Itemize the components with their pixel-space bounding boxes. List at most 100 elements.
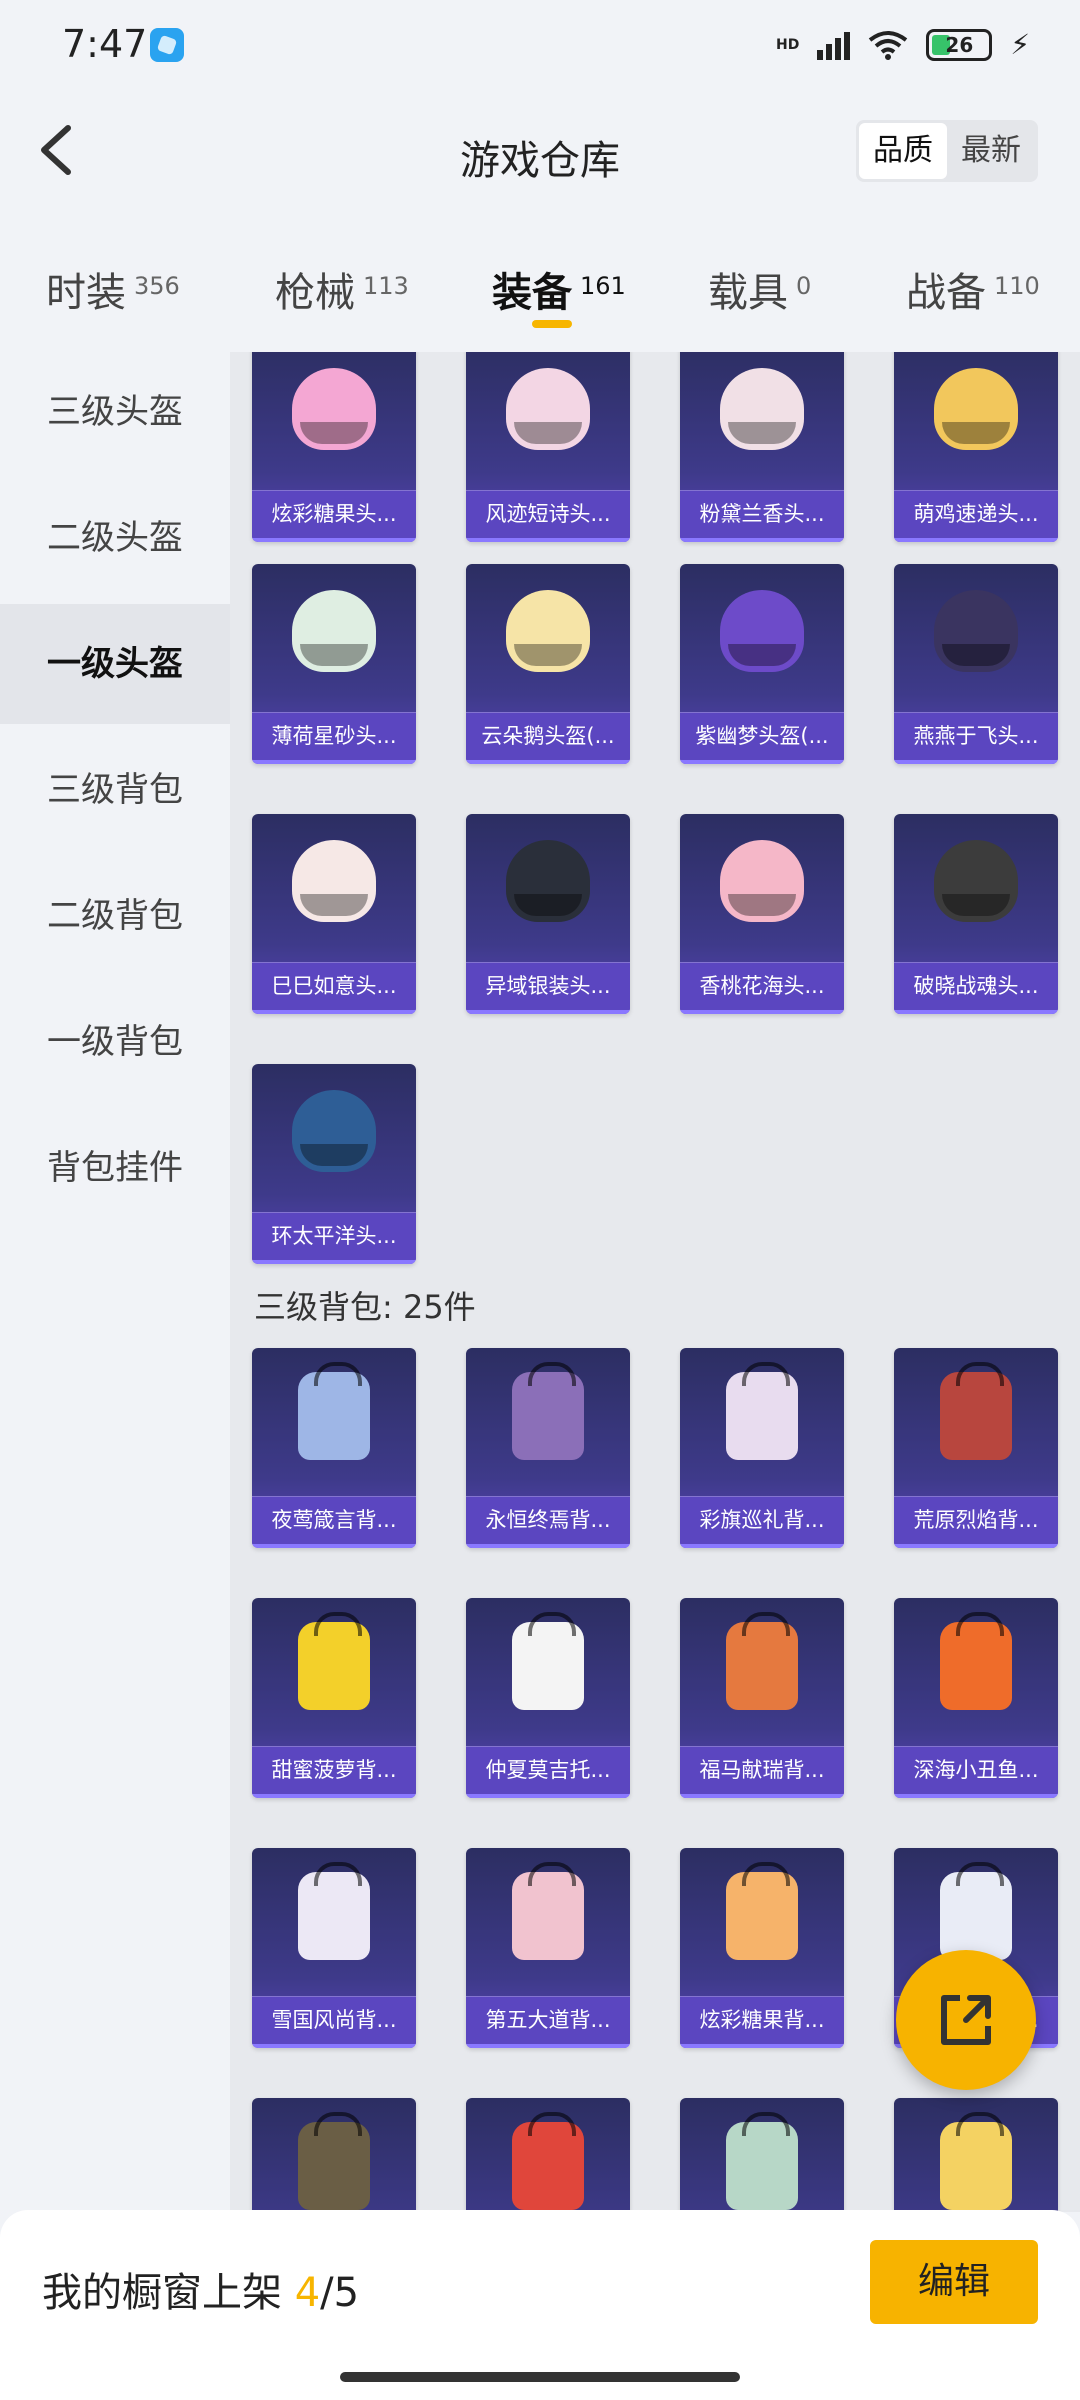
backpack-name: 彩旗巡礼背... <box>680 1496 844 1544</box>
backpack-card[interactable]: 第五大道背... <box>466 1848 630 2048</box>
helmet-card[interactable]: 炫彩糖果头... <box>252 352 416 542</box>
helmet-card[interactable]: 香桃花海头... <box>680 814 844 1014</box>
helmet-card[interactable]: 紫幽梦头盔(... <box>680 564 844 764</box>
helmet-icon <box>506 368 590 450</box>
sidebar-item-level2-helmet[interactable]: 二级头盔 <box>0 478 230 598</box>
system-icons: HD 26 ⚡ <box>776 28 1030 61</box>
helmet-card[interactable]: 萌鸡速递头... <box>894 352 1058 542</box>
backpack-name: 荒原烈焰背... <box>894 1496 1058 1544</box>
tab-supplies[interactable]: 战备 110 <box>906 260 1040 318</box>
sidebar-item-backpack-charm[interactable]: 背包挂件 <box>0 1108 230 1228</box>
sidebar-item-level2-backpack[interactable]: 二级背包 <box>0 856 230 976</box>
helmet-name: 环太平洋头... <box>252 1212 416 1260</box>
helmet-name: 紫幽梦头盔(... <box>680 712 844 760</box>
tab-guns[interactable]: 枪械 113 <box>275 260 409 318</box>
charging-icon: ⚡ <box>1010 28 1030 61</box>
backpack-card[interactable]: 仲夏莫吉托... <box>466 1598 630 1798</box>
bottom-bar: 我的橱窗上架 4/5 编辑 <box>0 2210 1080 2400</box>
backpack-card[interactable]: 甜蜜菠萝背... <box>252 1598 416 1798</box>
wifi-icon <box>869 30 908 60</box>
helmet-icon <box>720 368 804 450</box>
backpack-card[interactable]: 永恒终焉背... <box>466 1348 630 1548</box>
helmet-card[interactable]: 云朵鹅头盔(... <box>466 564 630 764</box>
helmet-name: 香桃花海头... <box>680 962 844 1010</box>
helmet-icon <box>934 590 1018 672</box>
helmet-name: 萌鸡速递头... <box>894 490 1058 538</box>
backpack-name: 夜莺箴言背... <box>252 1496 416 1544</box>
backpack-icon <box>512 1862 584 1960</box>
helmet-name: 炫彩糖果头... <box>252 490 416 538</box>
battery-icon: 26 <box>926 28 993 61</box>
backpack-name: 福马献瑞背... <box>680 1746 844 1794</box>
helmet-card[interactable]: 风迹短诗头... <box>466 352 630 542</box>
shelf-status: 我的橱窗上架 4/5 <box>42 2270 360 2316</box>
backpack-card[interactable]: 夜莺箴言背... <box>252 1348 416 1548</box>
share-button[interactable] <box>896 1950 1036 2090</box>
sidebar-item-level3-backpack[interactable]: 三级背包 <box>0 730 230 850</box>
backpack-card[interactable] <box>680 2098 844 2212</box>
backpack-icon <box>726 2112 798 2210</box>
backpack-card[interactable]: 深海小丑鱼... <box>894 1598 1058 1798</box>
backpack-card[interactable] <box>252 2098 416 2212</box>
sidebar-item-level3-helmet[interactable]: 三级头盔 <box>0 352 230 472</box>
backpack-icon <box>726 1612 798 1710</box>
sidebar-item-level1-backpack[interactable]: 一级背包 <box>0 982 230 1102</box>
edit-button[interactable]: 编辑 <box>870 2240 1038 2324</box>
helmet-name: 风迹短诗头... <box>466 490 630 538</box>
helmet-icon <box>292 590 376 672</box>
backpack-icon <box>940 2112 1012 2210</box>
helmet-icon <box>934 368 1018 450</box>
helmet-name: 巳巳如意头... <box>252 962 416 1010</box>
backpack-card[interactable]: 福马献瑞背... <box>680 1598 844 1798</box>
helmet-card[interactable]: 破晓战魂头... <box>894 814 1058 1014</box>
status-time: 7:47 <box>62 22 148 66</box>
backpack-icon <box>726 1862 798 1960</box>
backpack-icon <box>298 1362 370 1460</box>
helmet-name: 薄荷星砂头... <box>252 712 416 760</box>
backpack-name: 甜蜜菠萝背... <box>252 1746 416 1794</box>
backpack-card[interactable] <box>466 2098 630 2212</box>
header: 游戏仓库 品质 最新 <box>0 90 1080 220</box>
backpack-icon <box>940 1362 1012 1460</box>
tab-equipment[interactable]: 装备 161 <box>492 260 626 318</box>
backpack-card[interactable]: 炫彩糖果背... <box>680 1848 844 2048</box>
helmet-icon <box>720 590 804 672</box>
helmet-name: 粉黛兰香头... <box>680 490 844 538</box>
sort-quality-button[interactable]: 品质 <box>859 123 947 179</box>
helmet-name: 异域银装头... <box>466 962 630 1010</box>
active-tab-indicator <box>532 320 572 328</box>
helmet-card[interactable]: 燕燕于飞头... <box>894 564 1058 764</box>
helmet-card[interactable]: 粉黛兰香头... <box>680 352 844 542</box>
backpack-card[interactable]: 荒原烈焰背... <box>894 1348 1058 1548</box>
backpack-icon <box>940 1862 1012 1960</box>
helmet-card[interactable]: 环太平洋头... <box>252 1064 416 1264</box>
helmet-icon <box>292 840 376 922</box>
backpack-card[interactable]: 雪国风尚背... <box>252 1848 416 2048</box>
shelf-current-count: 4 <box>294 2270 321 2316</box>
helmet-icon <box>506 840 590 922</box>
sidebar-item-level1-helmet[interactable]: 一级头盔 <box>0 604 230 724</box>
backpack-icon <box>298 2112 370 2210</box>
helmet-icon <box>934 840 1018 922</box>
shelf-total: /5 <box>320 2270 360 2316</box>
helmet-icon <box>292 368 376 450</box>
backpack-name: 仲夏莫吉托... <box>466 1746 630 1794</box>
status-bar: 7:47 HD 26 ⚡ <box>0 0 1080 90</box>
tab-vehicles[interactable]: 载具 0 <box>708 260 811 318</box>
helmet-card[interactable]: 异域银装头... <box>466 814 630 1014</box>
backpack-card[interactable]: 彩旗巡礼背... <box>680 1348 844 1548</box>
sort-newest-button[interactable]: 最新 <box>947 123 1035 179</box>
backpack-card[interactable] <box>894 2098 1058 2212</box>
backpack-name: 炫彩糖果背... <box>680 1996 844 2044</box>
helmet-card[interactable]: 巳巳如意头... <box>252 814 416 1014</box>
helmet-card[interactable]: 薄荷星砂头... <box>252 564 416 764</box>
helmet-icon <box>720 840 804 922</box>
tab-fashion[interactable]: 时装 356 <box>46 260 180 318</box>
hd-icon: HD <box>775 36 800 53</box>
category-tabs: 时装 356 枪械 113 装备 161 载具 0 战备 110 <box>0 230 1080 350</box>
backpack-name: 雪国风尚背... <box>252 1996 416 2044</box>
item-grid: 三级背包: 25件 炫彩糖果头... 风迹短诗头... 粉黛兰香头... 萌鸡速递头.… <box>230 352 1080 2212</box>
backpack-icon <box>512 1362 584 1460</box>
home-indicator <box>340 2372 740 2382</box>
signal-icon <box>817 30 851 60</box>
